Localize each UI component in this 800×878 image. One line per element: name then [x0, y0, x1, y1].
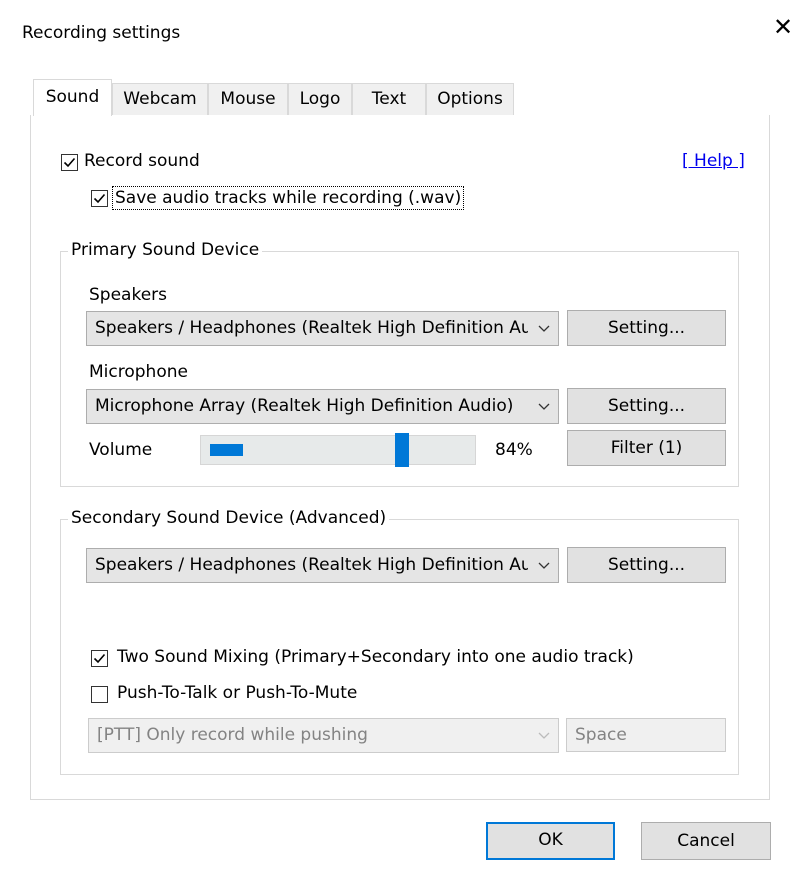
primary-sound-device-title: Primary Sound Device: [68, 240, 263, 260]
secondary-device-select[interactable]: Speakers / Headphones (Realtek High Defi…: [86, 548, 559, 583]
ptt-key-field: Space: [566, 718, 726, 752]
window-title: Recording settings: [22, 23, 181, 43]
two-sound-mixing-checkbox[interactable]: [91, 650, 108, 667]
save-tracks-label[interactable]: Save audio tracks while recording (.wav): [112, 186, 465, 210]
checkmark-icon: [93, 193, 106, 204]
speakers-select[interactable]: Speakers / Headphones (Realtek High Defi…: [86, 311, 559, 346]
help-link[interactable]: [ Help ]: [682, 151, 745, 171]
close-icon[interactable]: ✕: [768, 12, 798, 42]
checkmark-icon: [93, 653, 106, 664]
microphone-setting-button[interactable]: Setting...: [567, 388, 726, 424]
microphone-label: Microphone: [89, 362, 188, 382]
chevron-down-icon: [538, 732, 550, 739]
tab-text[interactable]: Text: [352, 83, 426, 116]
save-tracks-checkbox[interactable]: [91, 190, 108, 207]
push-to-talk-checkbox[interactable]: [91, 686, 108, 703]
record-sound-checkbox[interactable]: [61, 154, 78, 171]
speakers-label: Speakers: [89, 285, 168, 305]
volume-slider-thumb[interactable]: [395, 433, 409, 467]
checkmark-icon: [63, 157, 76, 168]
secondary-sound-device-title: Secondary Sound Device (Advanced): [68, 508, 390, 528]
chevron-down-icon: [538, 403, 550, 410]
tab-mouse[interactable]: Mouse: [208, 83, 288, 116]
chevron-down-icon: [538, 325, 550, 332]
two-sound-mixing-label[interactable]: Two Sound Mixing (Primary+Secondary into…: [117, 647, 634, 667]
tab-logo[interactable]: Logo: [288, 83, 352, 116]
speakers-select-value: Speakers / Headphones (Realtek High Defi…: [95, 318, 528, 338]
microphone-select[interactable]: Microphone Array (Realtek High Definitio…: [86, 389, 559, 424]
microphone-select-value: Microphone Array (Realtek High Definitio…: [95, 396, 514, 416]
tab-options[interactable]: Options: [426, 83, 514, 116]
tab-webcam[interactable]: Webcam: [112, 83, 208, 116]
ptt-mode-select-value: [PTT] Only record while pushing: [97, 725, 368, 745]
volume-slider-fill: [210, 444, 243, 456]
ptt-mode-select: [PTT] Only record while pushing: [88, 718, 559, 753]
secondary-setting-button[interactable]: Setting...: [567, 547, 726, 583]
filter-button[interactable]: Filter (1): [567, 430, 726, 466]
push-to-talk-label[interactable]: Push-To-Talk or Push-To-Mute: [117, 683, 357, 703]
cancel-button[interactable]: Cancel: [641, 822, 771, 860]
chevron-down-icon: [538, 562, 550, 569]
volume-value: 84%: [495, 440, 533, 460]
tab-sound[interactable]: Sound: [33, 79, 112, 116]
volume-slider[interactable]: [200, 433, 476, 467]
ok-button[interactable]: OK: [486, 822, 615, 860]
record-sound-label[interactable]: Record sound: [84, 151, 200, 171]
secondary-device-select-value: Speakers / Headphones (Realtek High Defi…: [95, 555, 528, 575]
speakers-setting-button[interactable]: Setting...: [567, 310, 726, 346]
volume-label: Volume: [89, 440, 153, 460]
